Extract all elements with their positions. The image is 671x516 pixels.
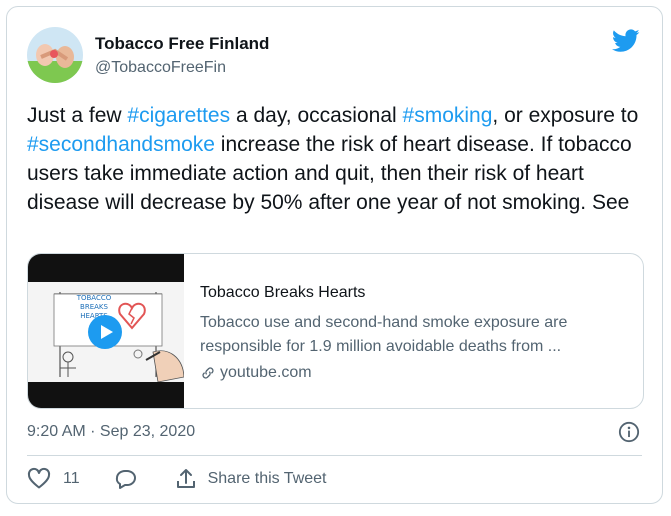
- share-label: Share this Tweet: [207, 470, 327, 487]
- author-name[interactable]: Tobacco Free Finland: [95, 34, 269, 54]
- action-bar: 11 Share this Tweet: [27, 467, 327, 491]
- hashtag-link[interactable]: #cigarettes: [127, 104, 230, 127]
- tweet-text-segment: , or exposure to: [492, 104, 639, 127]
- info-icon[interactable]: [618, 421, 640, 443]
- link-preview-meta: Tobacco Breaks Hearts Tobacco use and se…: [200, 284, 630, 382]
- thumbnail-caption-line: TOBACCO: [76, 294, 112, 302]
- divider: [27, 455, 642, 456]
- play-icon[interactable]: [88, 315, 122, 349]
- like-count: 11: [63, 470, 80, 487]
- like-button[interactable]: 11: [27, 467, 114, 491]
- reply-bubble-icon: [115, 470, 136, 489]
- link-description-line: responsible for 1.9 million avoidable de…: [200, 338, 562, 355]
- link-icon: [202, 367, 214, 379]
- hashtag-link[interactable]: #secondhandsmoke: [27, 133, 215, 156]
- link-description: Tobacco use and second-hand smoke exposu…: [200, 311, 630, 359]
- author-handle[interactable]: @TobaccoFreeFin: [95, 59, 226, 77]
- link-preview-card[interactable]: TOBACCO BREAKS HEARTS Tobacco Breaks Hea…: [27, 253, 644, 409]
- link-domain: youtube.com: [200, 364, 630, 382]
- tweet-card[interactable]: Tobacco Free Finland @TobaccoFreeFin Jus…: [6, 6, 663, 504]
- tweet-text-segment: Just a few: [27, 104, 128, 127]
- share-icon: [176, 469, 195, 488]
- link-title: Tobacco Breaks Hearts: [200, 284, 366, 301]
- twitter-bird-icon[interactable]: [612, 29, 640, 53]
- reply-button[interactable]: [114, 467, 138, 491]
- hashtag-link[interactable]: #smoking: [403, 104, 493, 127]
- avatar-image: [27, 27, 83, 83]
- video-thumbnail[interactable]: TOBACCO BREAKS HEARTS: [28, 254, 184, 408]
- tweet-text-segment: a day, occasional: [230, 104, 403, 127]
- tweet-text: Just a few #cigarettes a day, occasional…: [27, 101, 647, 217]
- link-domain-text: youtube.com: [220, 364, 312, 381]
- heart-icon: [27, 467, 51, 489]
- share-button[interactable]: Share this Tweet: [174, 467, 327, 491]
- tweet-timestamp[interactable]: 9:20 AM · Sep 23, 2020: [27, 423, 195, 441]
- link-description-line: Tobacco use and second-hand smoke exposu…: [200, 314, 568, 331]
- avatar[interactable]: [27, 27, 83, 83]
